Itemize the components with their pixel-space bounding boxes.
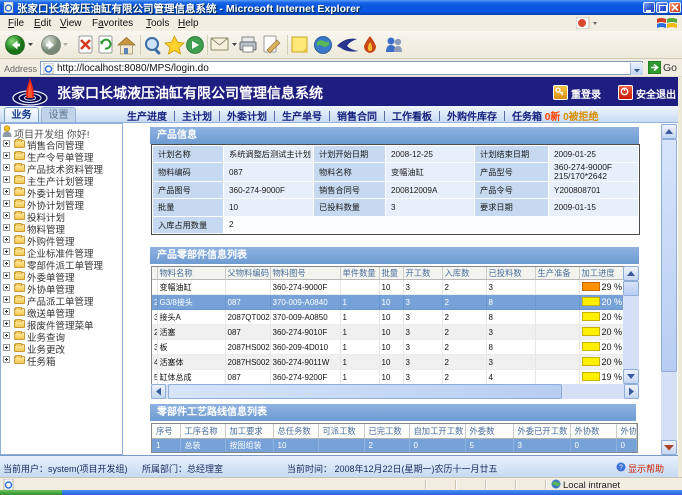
- svg-text:?: ?: [619, 465, 623, 472]
